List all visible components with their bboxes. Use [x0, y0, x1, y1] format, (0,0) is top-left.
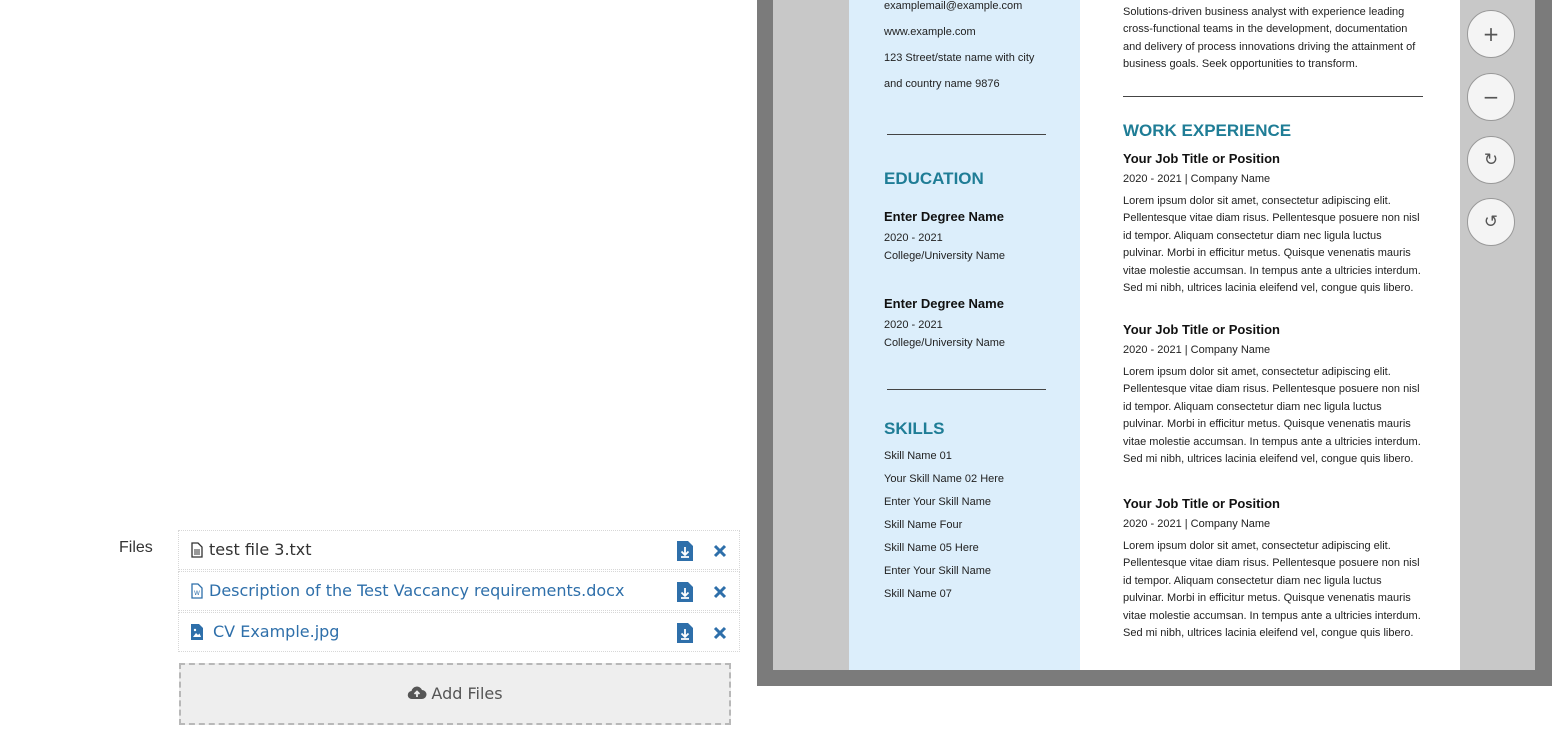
job-meta: 2020 - 2021 | Company Name: [1123, 344, 1271, 356]
job-description: Lorem ipsum dolor sit amet, consectetur …: [1123, 538, 1433, 642]
skill-item: Skill Name 01: [884, 450, 952, 462]
contact-website: www.example.com: [884, 26, 976, 38]
job-meta: 2020 - 2021 | Company Name: [1123, 518, 1271, 530]
description-line: pulvinar. Morbi in efficitur metus. Quis…: [1123, 418, 1411, 431]
description-line: id tempor. Aliquam consectetur diam nec …: [1123, 574, 1382, 587]
description-line: id tempor. Aliquam consectetur diam nec …: [1123, 229, 1382, 242]
description-line: Pellentesque vitae diam risus. Pellentes…: [1123, 212, 1420, 225]
description-line: Pellentesque vitae diam risus. Pellentes…: [1123, 383, 1420, 396]
summary-line: cross-functional teams in the developmen…: [1123, 23, 1408, 35]
file-name[interactable]: Description of the Test Vaccancy require…: [209, 581, 624, 600]
job-title: Your Job Title or Position: [1123, 151, 1280, 166]
job-meta: 2020 - 2021 | Company Name: [1123, 173, 1271, 185]
file-row-jpg: CV Example.jpg: [178, 612, 740, 652]
file-row-txt: test file 3.txt: [178, 530, 740, 570]
contact-address: 123 Street/state name with city: [884, 52, 1035, 64]
work-experience-heading: WORK EXPERIENCE: [1123, 121, 1292, 140]
job-description: Lorem ipsum dolor sit amet, consectetur …: [1123, 193, 1433, 297]
rotate-clockwise-button[interactable]: ↻: [1467, 136, 1515, 184]
description-line: Lorem ipsum dolor sit amet, consectetur …: [1123, 195, 1391, 207]
download-file-icon[interactable]: [677, 541, 693, 561]
skill-item: Skill Name 07: [884, 588, 952, 600]
resume-sidebar: examplemail@example.com www.example.com …: [849, 0, 1080, 670]
description-line: Lorem ipsum dolor sit amet, consectetur …: [1123, 366, 1391, 378]
description-line: vitae molestie accumsan. In tempus ante …: [1123, 264, 1421, 277]
skill-item: Enter Your Skill Name: [884, 496, 991, 508]
degree-name: Enter Degree Name: [884, 296, 1004, 311]
summary-line: Solutions-driven business analyst with e…: [1123, 6, 1405, 18]
school-name: College/University Name: [884, 250, 1006, 262]
description-line: vitae molestie accumsan. In tempus ante …: [1123, 435, 1421, 448]
degree-years: 2020 - 2021: [884, 319, 943, 331]
job-title: Your Job Title or Position: [1123, 496, 1280, 511]
degree-years: 2020 - 2021: [884, 232, 943, 244]
cloud-upload-icon: [408, 686, 427, 700]
description-line: pulvinar. Morbi in efficitur metus. Quis…: [1123, 592, 1411, 605]
degree-name: Enter Degree Name: [884, 209, 1004, 224]
job-description: Lorem ipsum dolor sit amet, consectetur …: [1123, 364, 1433, 468]
job-title: Your Job Title or Position: [1123, 322, 1280, 337]
remove-file-icon[interactable]: [712, 584, 728, 600]
word-file-icon: W: [191, 583, 203, 599]
text-file-icon: [191, 542, 203, 558]
resume-page: examplemail@example.com www.example.com …: [849, 0, 1460, 670]
education-heading: EDUCATION: [884, 169, 984, 188]
description-line: Sed mi nibh, ultrices lacinia eleifend v…: [1123, 627, 1414, 640]
download-file-icon[interactable]: [677, 582, 693, 602]
add-files-button[interactable]: Add Files: [179, 663, 731, 725]
description-line: Sed mi nibh, ultrices lacinia eleifend v…: [1123, 453, 1414, 466]
remove-file-icon[interactable]: [712, 625, 728, 641]
description-line: id tempor. Aliquam consectetur diam nec …: [1123, 400, 1382, 413]
description-line: Lorem ipsum dolor sit amet, consectetur …: [1123, 540, 1391, 552]
contact-email: examplemail@example.com: [884, 0, 1023, 12]
description-line: Pellentesque vitae diam risus. Pellentes…: [1123, 557, 1420, 570]
file-list: test file 3.txt W Description of the Tes…: [178, 530, 740, 653]
file-name[interactable]: CV Example.jpg: [213, 622, 339, 641]
zoom-in-button[interactable]: +: [1467, 10, 1515, 58]
resume-main: Solutions-driven business analyst with e…: [1080, 0, 1460, 670]
divider: [1123, 96, 1423, 97]
skills-heading: SKILLS: [884, 419, 945, 438]
divider: [887, 389, 1046, 390]
skill-item: Enter Your Skill Name: [884, 565, 991, 577]
description-line: pulvinar. Morbi in efficitur metus. Quis…: [1123, 247, 1411, 260]
download-file-icon[interactable]: [677, 623, 693, 643]
zoom-out-button[interactable]: −: [1467, 73, 1515, 121]
summary-line: and delivery of process innovations driv…: [1123, 41, 1416, 53]
files-label: Files: [119, 539, 153, 556]
image-file-icon: [191, 624, 203, 640]
divider: [887, 134, 1046, 135]
add-files-label: Add Files: [431, 684, 503, 703]
skill-item: Skill Name 05 Here: [884, 542, 979, 554]
school-name: College/University Name: [884, 337, 1006, 349]
description-line: Sed mi nibh, ultrices lacinia eleifend v…: [1123, 282, 1414, 295]
summary-line: business goals. Seek opportunities to tr…: [1123, 58, 1358, 70]
description-line: vitae molestie accumsan. In tempus ante …: [1123, 609, 1421, 622]
rotate-counterclockwise-button[interactable]: ↺: [1467, 198, 1515, 246]
file-name[interactable]: test file 3.txt: [209, 540, 312, 559]
skill-item: Skill Name Four: [884, 519, 963, 531]
svg-text:W: W: [194, 590, 200, 597]
contact-address-2: and country name 9876: [884, 78, 1000, 90]
document-viewer[interactable]: examplemail@example.com www.example.com …: [757, 0, 1552, 686]
viewer-canvas: examplemail@example.com www.example.com …: [773, 0, 1535, 670]
file-row-docx: W Description of the Test Vaccancy requi…: [178, 571, 740, 611]
skill-item: Your Skill Name 02 Here: [884, 473, 1005, 485]
remove-file-icon[interactable]: [712, 543, 728, 559]
